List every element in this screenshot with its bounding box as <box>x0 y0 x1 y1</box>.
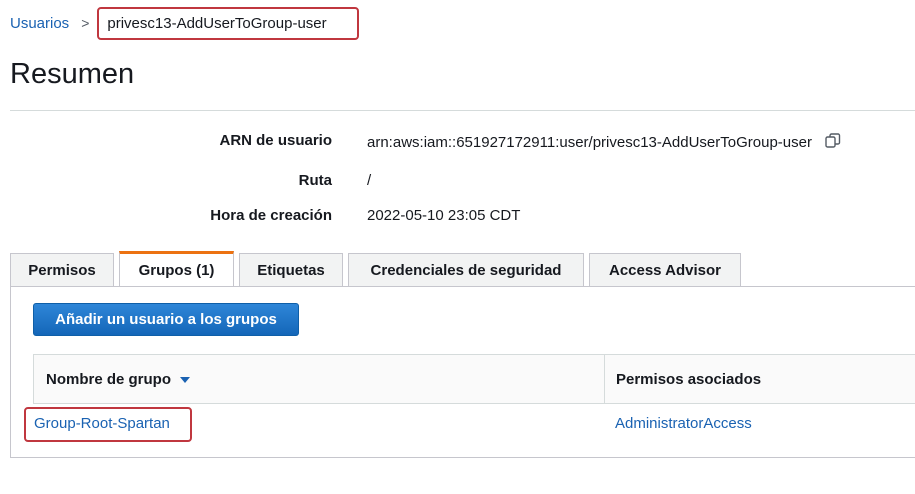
arn-text: arn:aws:iam::651927172911:user/privesc13… <box>367 134 812 151</box>
breadcrumb-users-link[interactable]: Usuarios <box>10 15 69 32</box>
copy-icon[interactable] <box>824 132 842 154</box>
summary-row-created: Hora de creación 2022-05-10 23:05 CDT <box>0 207 915 227</box>
caret-down-icon[interactable] <box>179 371 191 388</box>
tab-permisos[interactable]: Permisos <box>10 253 114 286</box>
arn-value: arn:aws:iam::651927172911:user/privesc13… <box>367 132 842 154</box>
tab-bar: Permisos Grupos (1) Etiquetas Credencial… <box>10 251 746 287</box>
summary-row-path: Ruta / <box>0 172 915 192</box>
created-label: Hora de creación <box>210 207 332 224</box>
tab-grupos[interactable]: Grupos (1) <box>119 251 234 287</box>
page-title: Resumen <box>10 58 135 90</box>
column-divider <box>604 355 605 403</box>
breadcrumb-current-user: privesc13-AddUserToGroup-user <box>97 6 359 40</box>
header-group-name[interactable]: Nombre de grupo <box>46 355 191 403</box>
tab-credenciales[interactable]: Credenciales de seguridad <box>348 253 584 286</box>
attached-policy-link[interactable]: AdministratorAccess <box>615 415 752 432</box>
arn-label: ARN de usuario <box>219 132 332 149</box>
breadcrumb: Usuarios > privesc13-AddUserToGroup-user <box>10 6 359 40</box>
group-name-link[interactable]: Group-Root-Spartan <box>24 407 192 442</box>
header-attached-policies: Permisos asociados <box>616 370 762 388</box>
table-header: Nombre de grupo Permisos asociados <box>33 354 915 404</box>
tab-panel-bottom-border <box>10 457 915 458</box>
created-value: 2022-05-10 23:05 CDT <box>367 207 521 224</box>
path-value: / <box>367 172 372 189</box>
tab-panel-left-border <box>10 286 11 458</box>
summary-row-arn: ARN de usuario arn:aws:iam::651927172911… <box>0 132 915 152</box>
tab-panel-top-border <box>10 286 915 287</box>
path-label: Ruta <box>298 172 332 189</box>
tab-access-advisor[interactable]: Access Advisor <box>589 253 741 286</box>
breadcrumb-separator: > <box>81 15 90 31</box>
header-group-name-label: Nombre de grupo <box>46 370 172 388</box>
title-divider <box>10 110 915 111</box>
table-row: Group-Root-Spartan AdministratorAccess <box>24 404 915 444</box>
add-user-to-groups-button[interactable]: Añadir un usuario a los grupos <box>33 303 299 336</box>
groups-table: Nombre de grupo Permisos asociados Group… <box>24 354 915 444</box>
tab-etiquetas[interactable]: Etiquetas <box>239 253 343 286</box>
